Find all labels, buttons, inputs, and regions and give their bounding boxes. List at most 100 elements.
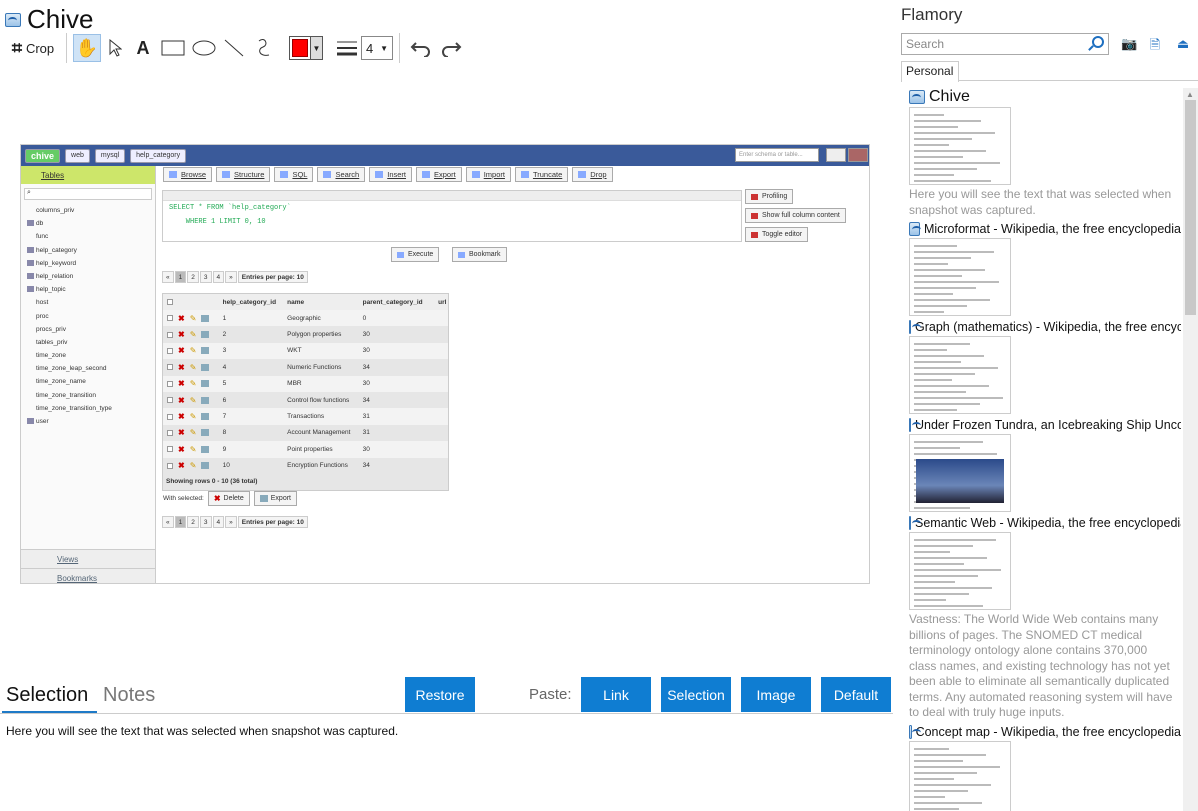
cursor-icon — [109, 39, 122, 57]
tab-selection[interactable]: Selection — [6, 684, 88, 707]
page-title: Chive — [27, 4, 94, 34]
pointer-tool-button[interactable] — [101, 34, 129, 62]
table-item: help_topic — [24, 283, 155, 296]
scroll-thumb[interactable] — [1185, 100, 1196, 315]
line-tool-button[interactable] — [219, 34, 249, 62]
pin-top-icon[interactable]: ⏏ — [1175, 36, 1191, 52]
snapshot-item[interactable]: Semantic Web - Wikipedia, the free encyc… — [909, 515, 1181, 721]
rectangle-tool-button[interactable] — [157, 34, 189, 62]
color-swatch — [292, 39, 308, 57]
snapshot-item[interactable]: Chive Here you will see the text that was… — [909, 88, 1181, 218]
rectangle-icon — [161, 40, 185, 56]
snapshot-thumbnail[interactable] — [909, 107, 1011, 185]
snapshot-item[interactable]: Graph (mathematics) - Wikipedia, the fre… — [909, 319, 1181, 414]
snapshot-image[interactable]: chive web mysql help_category Enter sche… — [20, 144, 870, 584]
snapshot-item[interactable]: Under Frozen Tundra, an Icebreaking Ship… — [909, 417, 1181, 512]
edit-icon: ✎ — [189, 412, 197, 422]
row-icon — [201, 363, 210, 371]
chive-tab: Drop — [572, 167, 613, 182]
line-width-button[interactable] — [333, 34, 361, 62]
scrollbar[interactable]: ▲ — [1183, 88, 1198, 811]
chive-tab: Export — [416, 167, 462, 182]
views-section: Views — [21, 549, 155, 568]
table-item: help_category — [24, 244, 155, 257]
crumb-web: web — [65, 148, 90, 163]
table-row: ✖ ✎ 3 WKT 30 — [163, 342, 448, 360]
row-icon — [201, 413, 210, 421]
snapshot-list: Chive Here you will see the text that was… — [909, 88, 1181, 811]
snapshot-title: Semantic Web - Wikipedia, the free encyc… — [915, 516, 1181, 530]
paste-default-button[interactable]: Default — [821, 677, 891, 712]
search-input[interactable]: Search — [901, 33, 1109, 55]
table-item: user — [24, 415, 155, 428]
snapshot-thumbnail[interactable] — [909, 336, 1011, 414]
chive-topbar: chive web mysql help_category Enter sche… — [21, 145, 869, 166]
snapshot-item[interactable]: Concept map - Wikipedia, the free encycl… — [909, 724, 1181, 811]
scroll-up-icon[interactable]: ▲ — [1186, 90, 1194, 99]
freehand-tool-button[interactable] — [249, 34, 279, 62]
undo-button[interactable] — [406, 34, 436, 62]
table-item: time_zone_transition_type — [36, 404, 112, 412]
snapshot-thumbnail[interactable] — [909, 238, 1011, 316]
edit-icon: ✎ — [189, 444, 197, 454]
crop-button[interactable]: ⌗ Crop — [6, 34, 60, 62]
snapshot-thumbnail[interactable] — [909, 532, 1011, 610]
chive-tab: Insert — [369, 167, 412, 182]
page-icon — [909, 516, 921, 530]
redo-button[interactable] — [436, 34, 466, 62]
line-icon — [224, 39, 244, 57]
snapshot-thumbnail[interactable] — [909, 740, 1011, 811]
paste-link-button[interactable]: Link — [581, 677, 651, 712]
flamory-panel: Flamory Search 📷 🗎 ⏏ Personal Chive Here … — [897, 0, 1198, 811]
document-icon[interactable]: 🗎 — [1147, 36, 1163, 52]
stroke-width-select[interactable]: 4 ▼ — [361, 36, 393, 60]
restore-button[interactable]: Restore — [405, 677, 475, 712]
table-list: columns_priv db func help_category help_keyw… — [21, 204, 155, 428]
selection-text[interactable]: Here you will see the text that was sele… — [6, 724, 398, 738]
snapshot-title: Microformat - Wikipedia, the free encycl… — [923, 222, 1181, 236]
edit-icon: ✎ — [189, 395, 197, 405]
snapshot-thumbnail[interactable] — [909, 434, 1011, 512]
tables-header: Tables — [21, 166, 155, 184]
title-bar: Chive — [5, 4, 93, 35]
table-item: procs_priv — [36, 325, 66, 333]
tab-personal[interactable]: Personal — [901, 61, 959, 82]
hand-tool-button[interactable]: ✋ — [73, 34, 101, 62]
tab-notes[interactable]: Notes — [103, 684, 155, 707]
search-icon[interactable] — [1092, 36, 1104, 48]
table-item: help_relation — [24, 270, 155, 283]
with-selected-bar: With selected: ✖ Delete Export — [163, 491, 297, 506]
delete-icon: ✖ — [178, 412, 185, 422]
snapshot-item[interactable]: Microformat - Wikipedia, the free encycl… — [909, 221, 1181, 316]
paste-image-button[interactable]: Image — [741, 677, 811, 712]
chive-logo: chive — [25, 148, 61, 163]
edit-icon: ✎ — [189, 428, 197, 438]
execute-button: Execute — [391, 247, 440, 262]
color-picker[interactable]: ▼ — [279, 34, 333, 62]
text-tool-button[interactable]: A — [129, 34, 157, 62]
delete-icon: ✖ — [178, 428, 185, 438]
stroke-width-value: 4 — [366, 40, 374, 56]
pager-bottom: «1 2 3 4» Entries per page: 10 — [162, 515, 308, 528]
table-item: time_zone_name — [36, 378, 86, 386]
camera-icon[interactable]: 📷 — [1121, 36, 1137, 52]
delete-icon: ✖ — [178, 362, 185, 372]
chive-tab: Import — [465, 167, 511, 182]
ellipse-icon — [192, 40, 216, 56]
main-pane: Chive ⌗ Crop ✋ A ▼ 4 ▼ chive web mysql h… — [0, 0, 893, 811]
pager-top: «1 2 3 4» Entries per page: 10 — [162, 270, 308, 283]
row-icon — [201, 380, 210, 388]
ellipse-tool-button[interactable] — [189, 34, 219, 62]
hand-icon: ✋ — [75, 37, 99, 58]
table-item: db — [24, 217, 155, 230]
snapshot-title: Concept map - Wikipedia, the free encycl… — [915, 724, 1181, 739]
sql-line-2: WHERE 1 LIMIT 0, 10 — [169, 218, 266, 226]
chive-tab: Truncate — [514, 167, 569, 182]
freehand-icon — [258, 39, 270, 56]
table-filter: ⌕ — [24, 188, 152, 200]
snapshot-title: Under Frozen Tundra, an Icebreaking Ship… — [915, 418, 1181, 432]
paste-selection-button[interactable]: Selection — [661, 677, 731, 712]
chive-tab: SQL — [274, 167, 314, 182]
table-item: time_zone_leap_second — [36, 365, 107, 373]
line-width-icon — [337, 41, 357, 56]
